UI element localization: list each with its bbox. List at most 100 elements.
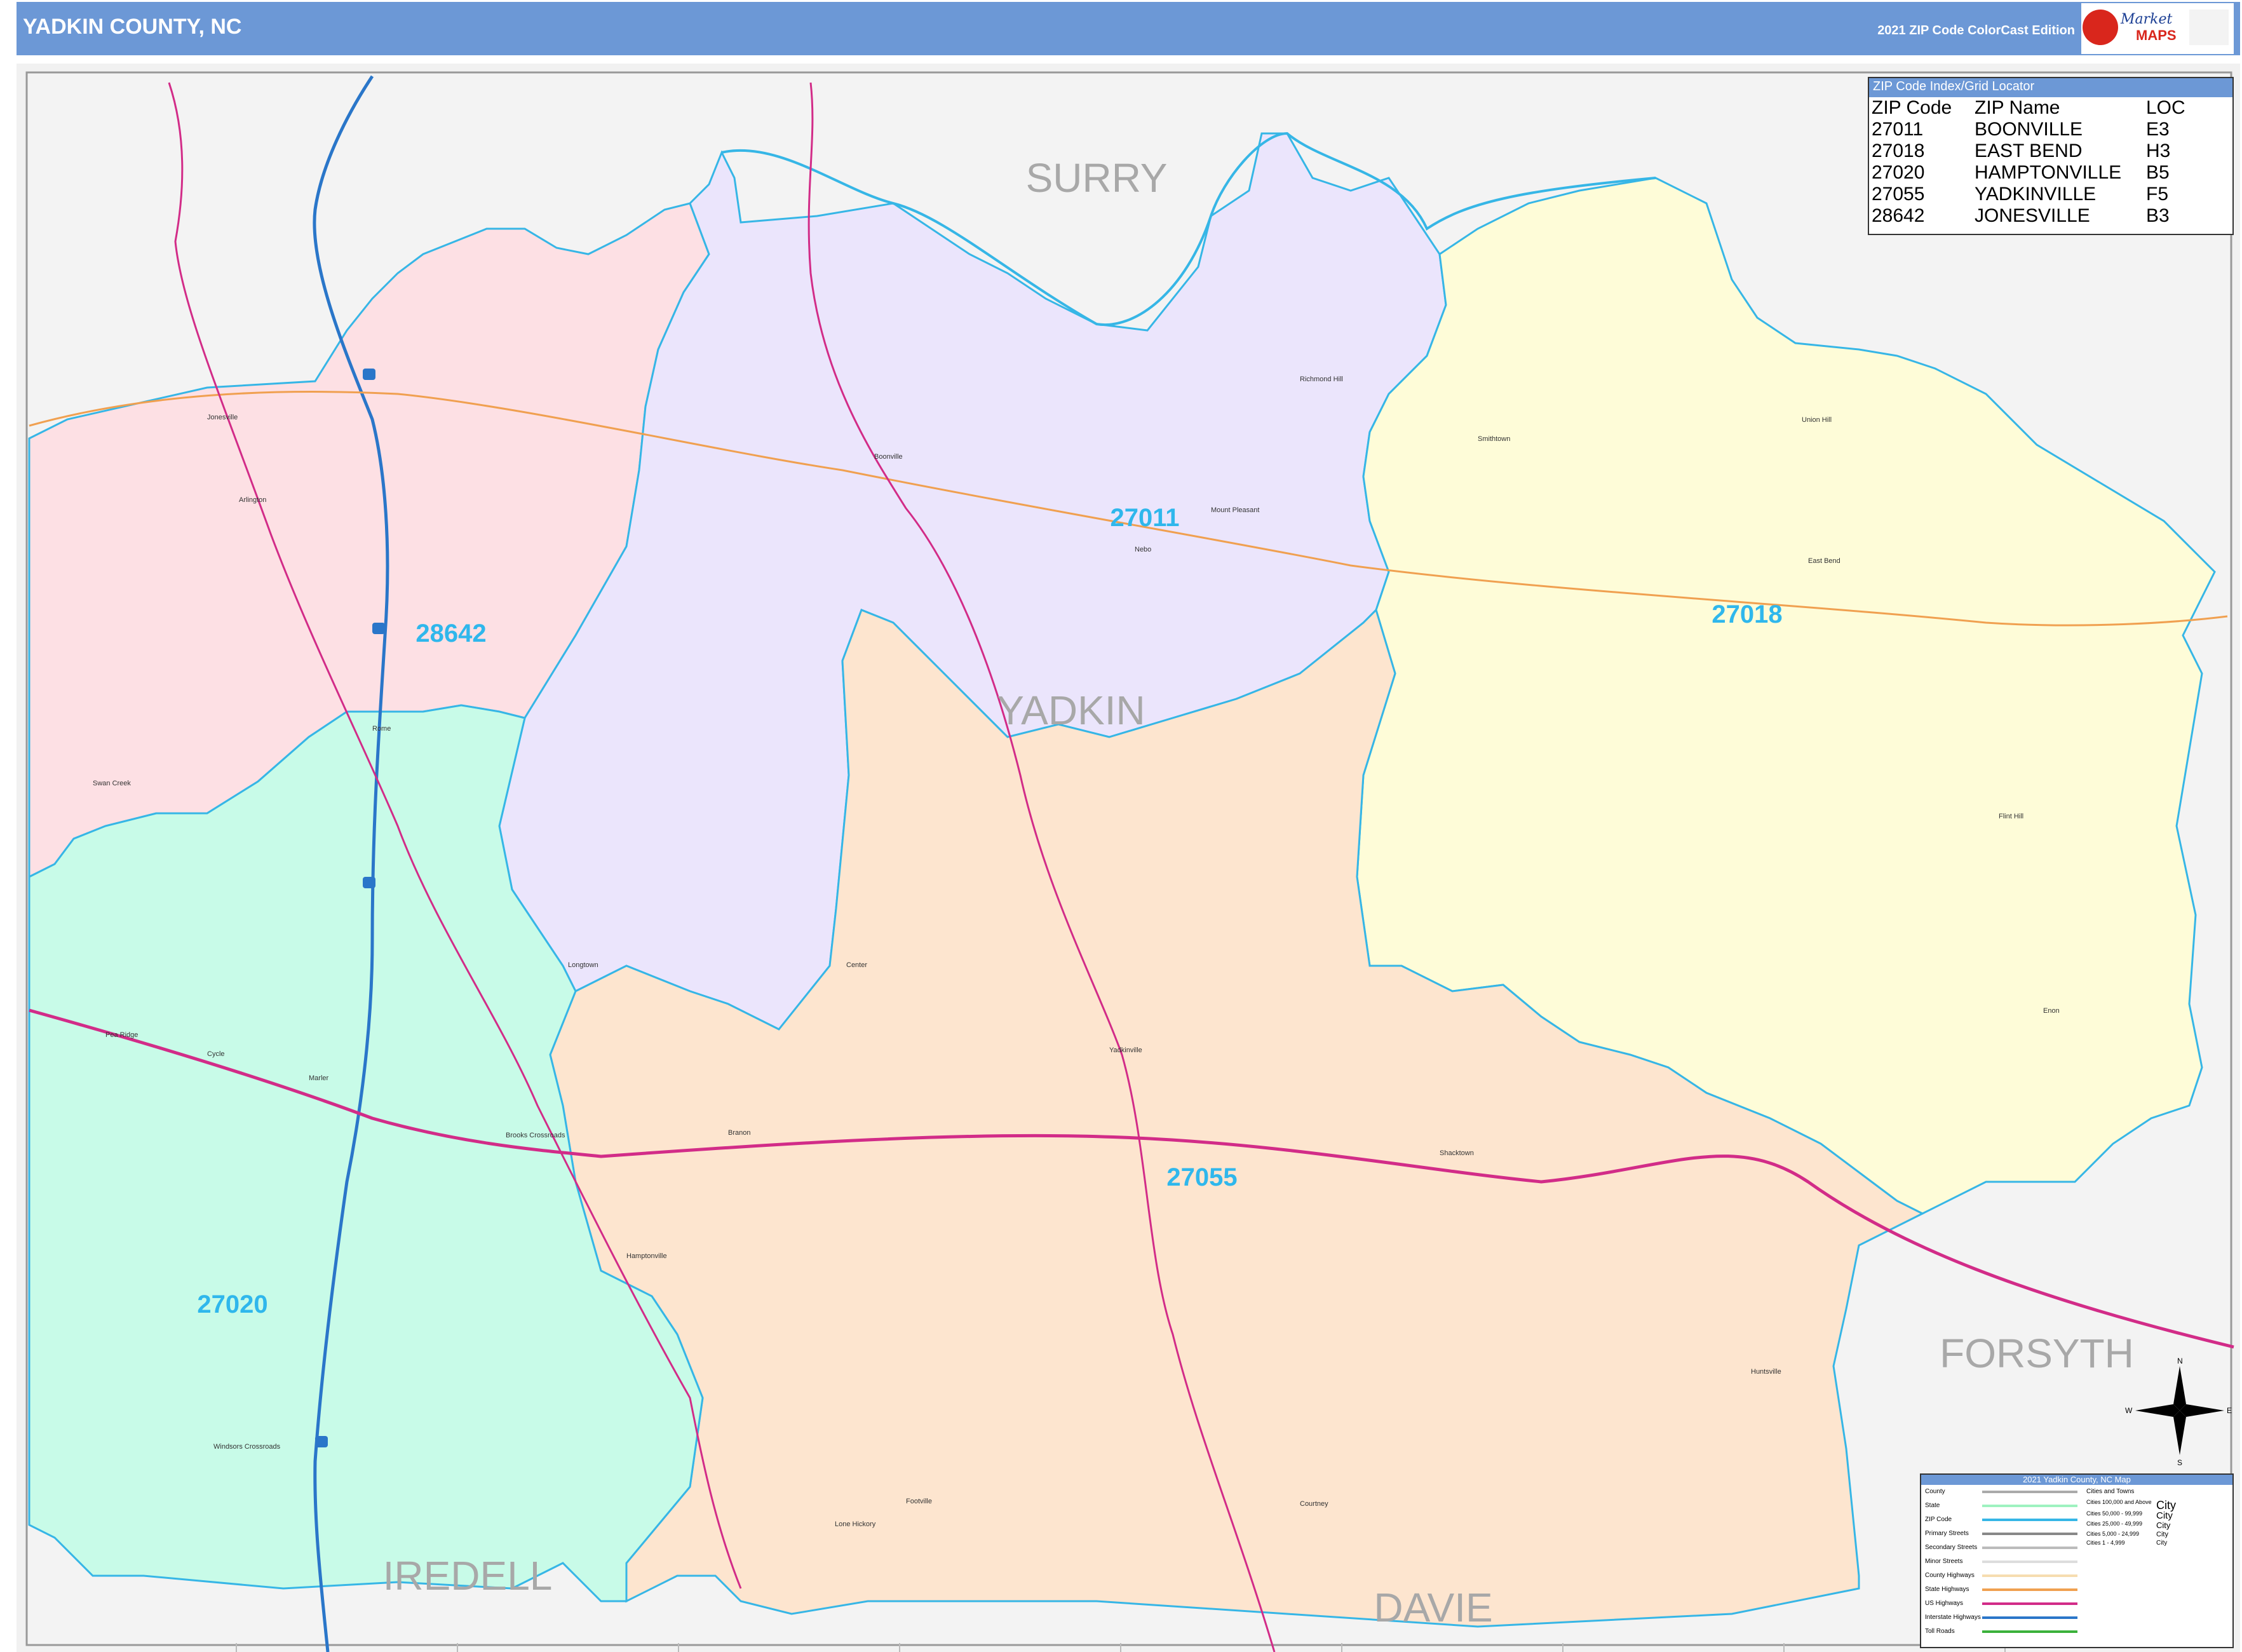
legend-label: County Highways xyxy=(1925,1572,1975,1579)
legend-item: Interstate Highways xyxy=(1921,1611,2086,1625)
legend-swatch xyxy=(1982,1588,2077,1591)
zip-index-header-name: ZIP Name xyxy=(1975,97,2060,118)
compass-n: N xyxy=(2177,1357,2183,1365)
legend-label: Secondary Streets xyxy=(1925,1544,1978,1551)
town-swan-creek: Swan Creek xyxy=(93,780,131,787)
compass-w: W xyxy=(2125,1406,2133,1415)
town-pea-ridge: Pea Ridge xyxy=(105,1031,138,1039)
legend-item: ZIP Code xyxy=(1921,1513,2086,1527)
legend-label: Interstate Highways xyxy=(1925,1614,1981,1621)
town-windsors-crossroads: Windsors Crossroads xyxy=(213,1443,281,1451)
legend-item: US Highways xyxy=(1921,1597,2086,1611)
zip-name-cell: BOONVILLE xyxy=(1975,119,2083,140)
header-bar: YADKIN COUNTY, NC 2021 ZIP Code ColorCas… xyxy=(17,2,2240,55)
zip-index-header-loc: LOC xyxy=(2146,97,2185,118)
zip-name-cell: YADKINVILLE xyxy=(1975,184,2097,205)
legend-city-sample: City xyxy=(2156,1499,2176,1512)
town-marler: Marler xyxy=(309,1074,329,1082)
legend-label: Minor Streets xyxy=(1925,1558,1963,1565)
town-nebo: Nebo xyxy=(1135,546,1151,553)
legend-swatch xyxy=(1982,1491,2077,1493)
town-richmond-hill: Richmond Hill xyxy=(1300,376,1343,383)
legend-title: 2021 Yadkin County, NC Map xyxy=(1921,1475,2232,1485)
county-label-davie: DAVIE xyxy=(1374,1585,1492,1630)
zip-code-cell: 28642 xyxy=(1872,205,1925,226)
legend-city-class: Cities 50,000 - 99,999 xyxy=(2086,1510,2143,1517)
legend-item: State Highways xyxy=(1921,1583,2086,1597)
town-rome: Rome xyxy=(372,725,391,733)
zip-code-cell: 27020 xyxy=(1872,162,1925,183)
town-center: Center xyxy=(846,961,867,969)
logo-text-market: Market xyxy=(2120,11,2173,27)
legend-swatch xyxy=(1982,1547,2077,1549)
town-flint-hill: Flint Hill xyxy=(1999,813,2023,820)
zip-index-row: 27055 YADKINVILLE F5 xyxy=(1869,184,2232,205)
zip-index-row: 27011 BOONVILLE E3 xyxy=(1869,119,2232,140)
legend-city-class: Cities 5,000 - 24,999 xyxy=(2086,1531,2140,1537)
zip-loc-cell: B5 xyxy=(2146,162,2170,183)
zip-label-28642: 28642 xyxy=(415,620,486,647)
county-label-surry: SURRY xyxy=(1026,155,1168,201)
legend-label: ZIP Code xyxy=(1925,1516,1952,1523)
legend-city-row: Cities 50,000 - 99,999 City xyxy=(2086,1510,2231,1521)
legend-city-row: Cities 5,000 - 24,999 City xyxy=(2086,1531,2231,1540)
legend-item: Minor Streets xyxy=(1921,1555,2086,1569)
legend-item: County xyxy=(1921,1485,2086,1499)
legend-label: State xyxy=(1925,1502,1940,1509)
zip-label-27011: 27011 xyxy=(1110,504,1179,532)
legend-item: Secondary Streets xyxy=(1921,1541,2086,1555)
legend-swatch xyxy=(1982,1519,2077,1521)
legend-cities-header: Cities and Towns xyxy=(2086,1488,2135,1495)
zip-index-title: ZIP Code Index/Grid Locator xyxy=(1869,78,2232,97)
zip-name-cell: EAST BEND xyxy=(1975,140,2083,161)
logo-text-maps: MAPS xyxy=(2136,27,2177,43)
zip-index-row: 27018 EAST BEND H3 xyxy=(1869,140,2232,162)
legend-item: Toll Roads xyxy=(1921,1625,2086,1639)
legend-swatch xyxy=(1982,1602,2077,1605)
zip-code-cell: 27055 xyxy=(1872,184,1925,205)
town-hamptonville: Hamptonville xyxy=(626,1252,667,1260)
edition-label: 2021 ZIP Code ColorCast Edition xyxy=(1877,24,2075,37)
legend-city-class: Cities 25,000 - 49,999 xyxy=(2086,1520,2143,1527)
legend-label: County xyxy=(1925,1488,1945,1495)
legend-city-sample: City xyxy=(2156,1540,2168,1547)
town-union-hill: Union Hill xyxy=(1802,416,1832,424)
map-legend: 2021 Yadkin County, NC Map County State … xyxy=(1920,1473,2234,1648)
county-label-yadkin: YADKIN xyxy=(997,687,1145,733)
town-arlington: Arlington xyxy=(239,496,266,504)
legend-label: US Highways xyxy=(1925,1600,1964,1607)
town-mount-pleasant: Mount Pleasant xyxy=(1211,506,1259,514)
town-cycle: Cycle xyxy=(207,1050,225,1058)
zip-code-cell: 27018 xyxy=(1872,140,1925,161)
legend-item: Primary Streets xyxy=(1921,1527,2086,1541)
compass-e: E xyxy=(2227,1406,2232,1415)
town-boonville: Boonville xyxy=(874,453,903,461)
zip-index-row: 27020 HAMPTONVILLE B5 xyxy=(1869,162,2232,184)
legend-swatch xyxy=(1982,1505,2077,1507)
legend-city-sample: City xyxy=(2156,1510,2173,1521)
zip-label-27018: 27018 xyxy=(1712,600,1782,628)
legend-swatch xyxy=(1982,1561,2077,1563)
zip-index-header-zip: ZIP Code xyxy=(1872,97,1952,118)
compass-s: S xyxy=(2177,1458,2182,1467)
town-smithtown: Smithtown xyxy=(1478,435,1510,443)
legend-swatch xyxy=(1982,1533,2077,1535)
town-lone-hickory: Lone Hickory xyxy=(835,1520,876,1528)
town-brooks-crossroads: Brooks Crossroads xyxy=(506,1132,565,1139)
legend-city-row: Cities 100,000 and Above City xyxy=(2086,1499,2231,1512)
zip-name-cell: HAMPTONVILLE xyxy=(1975,162,2122,183)
legend-city-class: Cities 100,000 and Above xyxy=(2086,1499,2152,1505)
map-area[interactable]: SURRY YADKIN FORSYTH IREDELL DAVIE 28642… xyxy=(17,64,2240,1652)
town-longtown: Longtown xyxy=(568,961,598,969)
zip-index-header: ZIP Code ZIP Name LOC xyxy=(1869,97,2232,119)
legend-label: Primary Streets xyxy=(1925,1530,1969,1537)
town-east-bend: East Bend xyxy=(1808,557,1840,565)
legend-swatch xyxy=(1982,1630,2077,1633)
zip-index-table: ZIP Code Index/Grid Locator ZIP Code ZIP… xyxy=(1868,77,2234,235)
zip-label-27055: 27055 xyxy=(1166,1163,1237,1191)
legend-city-sample: City xyxy=(2156,1520,2171,1530)
legend-swatch xyxy=(1982,1616,2077,1619)
market-maps-logo: Market MAPS xyxy=(2081,3,2234,54)
town-footville: Footville xyxy=(906,1498,932,1505)
town-jonesville: Jonesville xyxy=(207,414,238,421)
